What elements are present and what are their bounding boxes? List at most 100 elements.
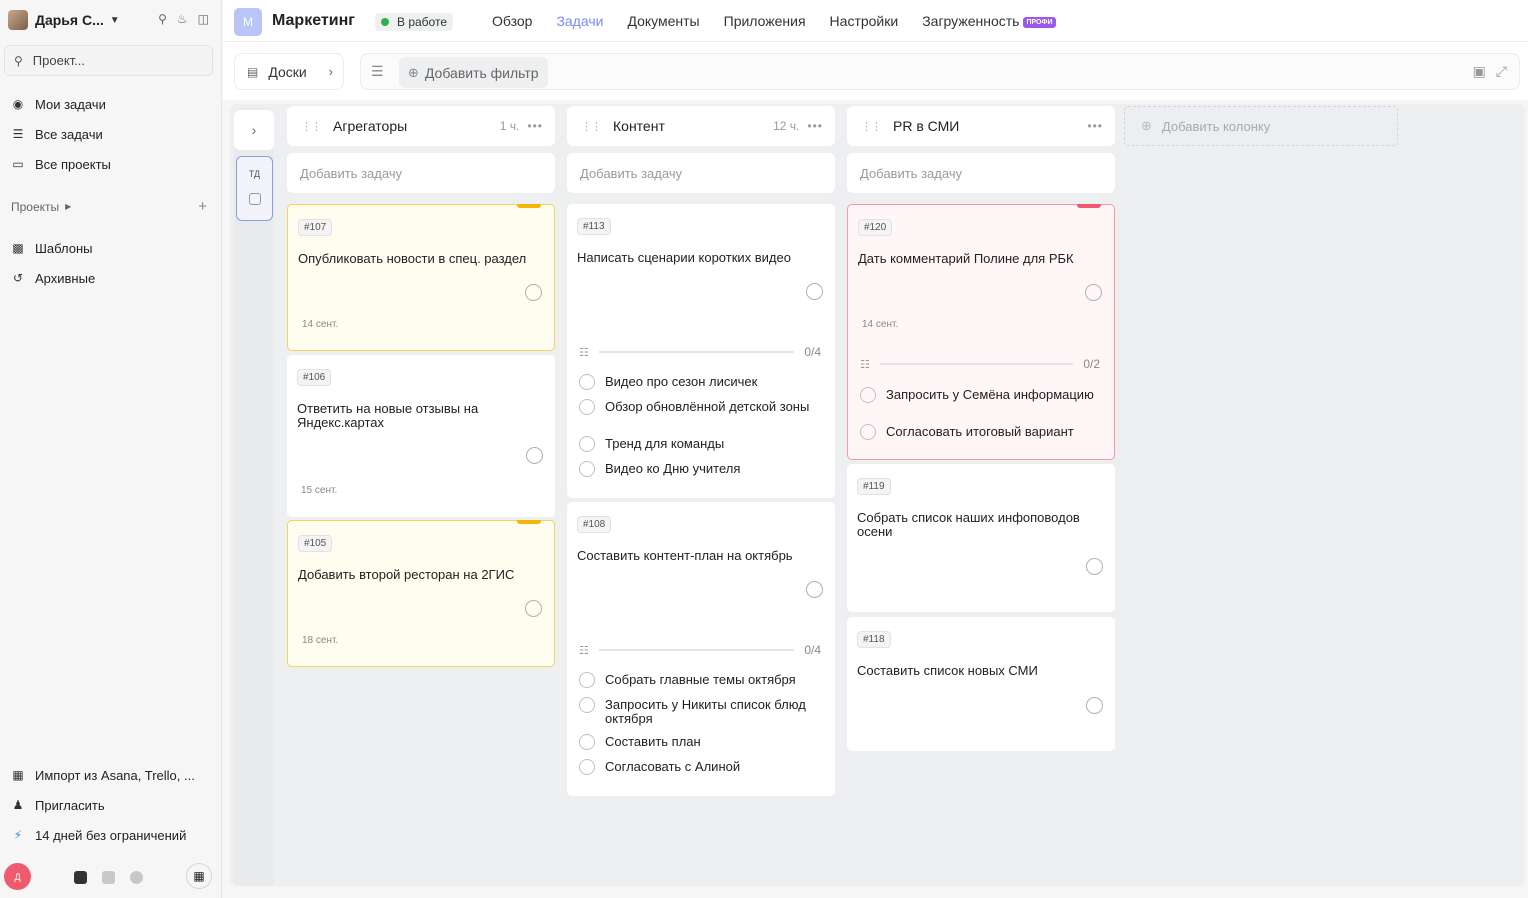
progress-bar	[598, 351, 795, 353]
nav-all-tasks[interactable]: ☰ Все задачи	[10, 123, 103, 145]
subtasks-icon: ☷	[860, 358, 870, 371]
add-filter-button[interactable]: ⊕ Добавить фильтр	[399, 57, 548, 88]
task-card[interactable]: #105 Добавить второй ресторан на 2ГИС 18…	[287, 520, 555, 667]
nav-templates[interactable]: ▩ Шаблоны	[10, 237, 92, 259]
pro-badge: ПРОФИ	[1023, 17, 1056, 28]
add-task-button[interactable]: Добавить задачу	[567, 153, 835, 193]
chevron-right-icon: ›	[328, 64, 333, 79]
subtask-item[interactable]: Видео про сезон лисичек	[579, 374, 825, 390]
task-card[interactable]: #118 Составить список новых СМИ	[847, 617, 1115, 751]
subtask-item[interactable]: Обзор обновлённой детской зоны	[579, 399, 825, 415]
tab-apps[interactable]: Приложения	[724, 13, 806, 29]
invite-link[interactable]: ♟ Пригласить	[10, 794, 105, 816]
save-icon[interactable]: ▣	[1473, 63, 1486, 80]
main-area: М Маркетинг В работе Обзор Задачи Докуме…	[223, 0, 1528, 898]
user-avatar	[8, 10, 28, 30]
subtask-item[interactable]: Согласовать итоговый вариант	[860, 424, 1104, 440]
complete-checkbox[interactable]	[806, 283, 823, 300]
collapsed-group-pill[interactable]: ТД	[236, 156, 273, 221]
tab-settings[interactable]: Настройки	[830, 13, 899, 29]
profile-avatar[interactable]: Д	[4, 863, 31, 890]
subtask-item[interactable]: Тренд для команды	[579, 436, 825, 452]
task-card[interactable]: #106 Ответить на новые отзывы на Яндекс.…	[287, 355, 555, 517]
more-icon[interactable]: •••	[1087, 119, 1103, 133]
document-app-icon[interactable]	[102, 871, 115, 884]
templates-icon: ▩	[12, 241, 24, 255]
subtask-checkbox[interactable]	[579, 374, 595, 390]
project-tabs: Обзор Задачи Документы Приложения Настро…	[492, 13, 1080, 29]
complete-checkbox[interactable]	[806, 581, 823, 598]
subtask-checkbox[interactable]	[860, 387, 876, 403]
priority-flag	[517, 204, 541, 208]
subtask-item[interactable]: Собрать главные темы октября	[579, 672, 825, 688]
subtask-checkbox[interactable]	[579, 399, 595, 415]
chart-app-icon[interactable]	[130, 871, 143, 884]
trial-link[interactable]: ⚡ 14 дней без ограничений	[10, 824, 187, 846]
more-icon[interactable]: •••	[807, 119, 823, 133]
complete-checkbox[interactable]	[1085, 284, 1102, 301]
complete-checkbox[interactable]	[1086, 558, 1103, 575]
status-badge[interactable]: В работе	[375, 13, 454, 31]
more-icon[interactable]: •••	[527, 119, 543, 133]
tab-overview[interactable]: Обзор	[492, 13, 532, 29]
nav-archive[interactable]: ↺ Архивные	[10, 267, 95, 289]
subtask-item[interactable]: Запросить у Семёна информацию	[860, 387, 1104, 403]
sliders-icon[interactable]: ☰	[371, 63, 384, 80]
column-header[interactable]: ⋮⋮ PR в СМИ •••	[847, 106, 1115, 146]
tab-tasks[interactable]: Задачи	[556, 13, 603, 29]
filter-bar: ☰ ⊕ Добавить фильтр ▣ ⤢	[360, 53, 1520, 90]
subtask-checkbox[interactable]	[579, 461, 595, 477]
complete-checkbox[interactable]	[525, 284, 542, 301]
boards-button[interactable]: ▤ Доски ›	[234, 53, 344, 90]
drag-handle-icon[interactable]: ⋮⋮	[301, 120, 322, 133]
task-card[interactable]: #120 Дать комментарий Полине для РБК 14 …	[847, 204, 1115, 460]
subtask-checkbox[interactable]	[579, 436, 595, 452]
subtask-item[interactable]: Согласовать с Алиной	[579, 759, 825, 775]
complete-checkbox[interactable]	[526, 447, 543, 464]
lightning-icon: ⚡	[13, 828, 23, 842]
drag-handle-icon[interactable]: ⋮⋮	[581, 120, 602, 133]
task-card[interactable]: #119 Собрать список наших инфоповодов ос…	[847, 464, 1115, 612]
subtask-item[interactable]: Запросить у Никиты список блюд октября	[579, 697, 825, 726]
column-header[interactable]: ⋮⋮ Агрегаторы 1 ч. •••	[287, 106, 555, 146]
add-task-button[interactable]: Добавить задачу	[287, 153, 555, 193]
collapsed-column: › ТД	[234, 108, 274, 886]
subtask-checkbox[interactable]	[579, 759, 595, 775]
expand-icon[interactable]: ⤢	[1496, 63, 1507, 80]
check-app-icon[interactable]	[74, 871, 87, 884]
sidebar: Дарья С... ▼ ⚲ ♨ ◫ ⚲ Проект... ◉ Мои зад…	[0, 0, 222, 898]
complete-checkbox[interactable]	[1086, 697, 1103, 714]
subtask-item[interactable]: Видео ко Дню учителя	[579, 461, 825, 477]
priority-flag	[1077, 204, 1101, 208]
task-card[interactable]: #107 Опубликовать новости в спец. раздел…	[287, 204, 555, 351]
bell-icon[interactable]: ♨	[177, 12, 188, 26]
expand-column-button[interactable]: ›	[234, 110, 274, 150]
add-project-icon[interactable]: +	[198, 198, 207, 215]
sidebar-toggle-icon[interactable]: ◫	[198, 12, 209, 26]
trello-icon: ▦	[12, 768, 24, 782]
progress-bar	[879, 363, 1074, 365]
nav-my-tasks[interactable]: ◉ Мои задачи	[10, 93, 106, 115]
projects-section-header[interactable]: Проекты ▶ +	[11, 198, 207, 215]
search-icon[interactable]: ⚲	[158, 12, 167, 26]
task-card[interactable]: #108 Составить контент-план на октябрь ☷…	[567, 502, 835, 796]
subtask-checkbox[interactable]	[579, 672, 595, 688]
apps-grid-icon[interactable]: ▦	[186, 863, 212, 889]
drag-handle-icon[interactable]: ⋮⋮	[861, 120, 882, 133]
nav-all-projects[interactable]: ▭ Все проекты	[10, 153, 111, 175]
subtask-progress: ☷ 0/4	[579, 345, 821, 359]
import-link[interactable]: ▦ Импорт из Asana, Trello, ...	[10, 764, 195, 786]
add-task-button[interactable]: Добавить задачу	[847, 153, 1115, 193]
subtask-checkbox[interactable]	[860, 424, 876, 440]
task-card[interactable]: #113 Написать сценарии коротких видео ☷ …	[567, 204, 835, 498]
subtask-checkbox[interactable]	[579, 697, 595, 713]
tab-workload[interactable]: Загруженность ПРОФИ	[922, 13, 1056, 29]
project-search-input[interactable]: ⚲ Проект...	[4, 45, 213, 76]
subtask-item[interactable]: Составить план	[579, 734, 825, 750]
complete-checkbox[interactable]	[525, 600, 542, 617]
subtask-checkbox[interactable]	[579, 734, 595, 750]
project-header: М Маркетинг В работе Обзор Задачи Докуме…	[223, 0, 1528, 42]
tab-documents[interactable]: Документы	[627, 13, 699, 29]
column-header[interactable]: ⋮⋮ Контент 12 ч. •••	[567, 106, 835, 146]
add-column-button[interactable]: ⊕ Добавить колонку	[1124, 106, 1398, 146]
